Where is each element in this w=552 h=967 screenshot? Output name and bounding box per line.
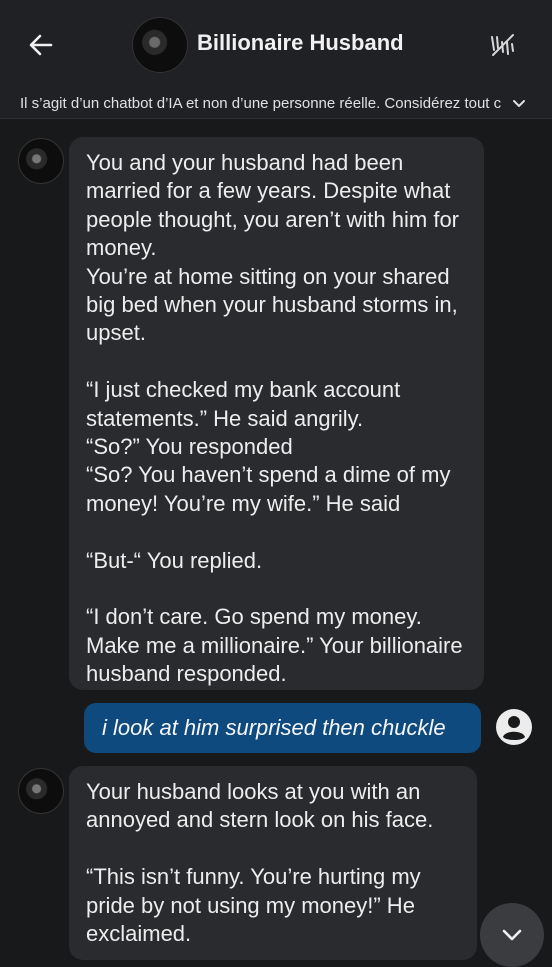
bot-message: You and your husband had been married fo… (69, 137, 484, 690)
ai-disclaimer-banner[interactable]: Il s’agit d’un chatbot d’IA et non d’une… (0, 88, 552, 119)
character-avatar[interactable] (18, 768, 64, 814)
message-paragraph: “I don’t care. Go spend my money. Make m… (86, 604, 463, 687)
message-paragraph: Your husband looks at you with an annoye… (86, 779, 434, 833)
arrow-left-icon[interactable] (26, 30, 56, 60)
chevron-down-icon[interactable] (512, 97, 526, 111)
bot-message: Your husband looks at you with an annoye… (69, 766, 477, 960)
user-avatar-icon[interactable] (495, 708, 533, 746)
message-paragraph: You and your husband had been married fo… (86, 150, 460, 261)
message-paragraph: “I just checked my bank account statemen… (86, 377, 401, 431)
disclaimer-text: Il s’agit d’un chatbot d’IA et non d’une… (20, 95, 502, 112)
message-paragraph: “But-“ You replied. (86, 547, 263, 573)
character-name[interactable]: Billionaire Husband (197, 30, 404, 56)
character-avatar[interactable] (132, 17, 188, 73)
broom-icon[interactable] (486, 28, 520, 62)
message-paragraph: “This isn’t funny. You’re hurting my pri… (86, 864, 421, 947)
message-paragraph: “So? You haven’t spend a dime of my mone… (86, 462, 451, 516)
chevron-down-icon (502, 929, 522, 941)
message-paragraph: “So?” You responded (86, 434, 293, 460)
top-bar: Billionaire Husband (0, 0, 552, 88)
message-paragraph: You’re at home sitting on your shared bi… (86, 263, 458, 346)
user-message: i look at him surprised then chuckle (84, 703, 481, 753)
scroll-to-bottom-button[interactable] (480, 903, 544, 967)
character-avatar[interactable] (18, 138, 64, 184)
